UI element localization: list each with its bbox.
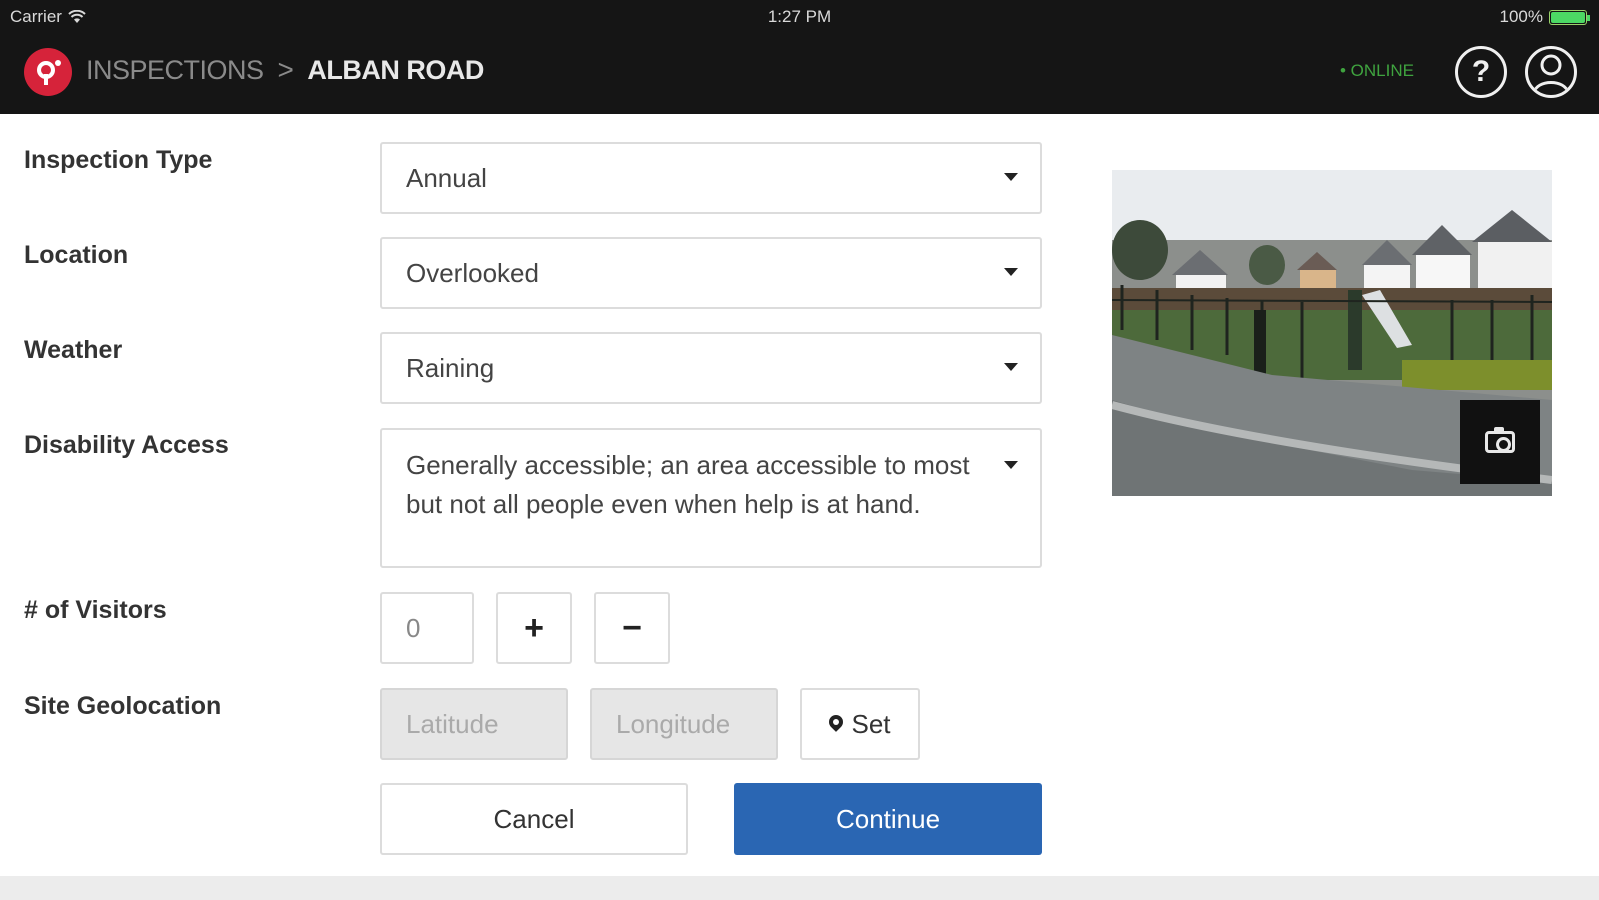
breadcrumb-inspections[interactable]: INSPECTIONS	[86, 55, 264, 86]
inspection-type-value: Annual	[406, 162, 487, 193]
brand-logo-icon[interactable]	[24, 48, 72, 96]
visitors-input[interactable]: 0	[380, 592, 474, 664]
user-silhouette	[1532, 54, 1570, 94]
minus-icon: −	[622, 608, 642, 647]
weather-value: Raining	[406, 352, 495, 383]
breadcrumb: INSPECTIONS > ALBAN ROAD	[86, 54, 484, 86]
caret-down-icon	[1004, 173, 1018, 181]
plus-icon: +	[524, 608, 544, 647]
set-location-label: Set	[851, 708, 891, 739]
camera-button[interactable]	[1460, 400, 1540, 484]
location-label: Location	[24, 241, 129, 269]
continue-button[interactable]: Continue	[734, 783, 1042, 855]
breadcrumb-current: ALBAN ROAD	[307, 54, 484, 85]
site-photo[interactable]	[1112, 170, 1552, 496]
latitude-input[interactable]: Latitude	[380, 688, 568, 760]
weather-select[interactable]: Raining	[380, 332, 1042, 404]
battery-indicator: 100%	[1499, 7, 1590, 27]
disability-access-label: Disability Access	[24, 431, 229, 459]
set-location-button[interactable]: Set	[800, 688, 920, 760]
clock: 1:27 PM	[767, 7, 832, 26]
caret-down-icon	[1004, 268, 1018, 276]
help-glyph: ?	[1471, 55, 1491, 88]
visitors-label: # of Visitors	[24, 596, 167, 624]
battery-icon	[1549, 9, 1590, 25]
map-pin-icon	[826, 712, 847, 732]
location-select[interactable]: Overlooked	[380, 237, 1042, 309]
disability-access-value: Generally accessible; an area accessible…	[406, 450, 970, 519]
increment-visitors-button[interactable]: +	[496, 592, 572, 664]
weather-label: Weather	[24, 336, 123, 364]
battery-percentage: 100%	[1499, 7, 1543, 26]
camera-icon	[1485, 427, 1515, 453]
status-bar: Carrier 1:27 PM 100%	[0, 0, 1599, 34]
cancel-button[interactable]: Cancel	[380, 783, 688, 855]
inspection-type-select[interactable]: Annual	[380, 142, 1042, 214]
caret-down-icon	[1004, 363, 1018, 371]
disability-access-select[interactable]: Generally accessible; an area accessible…	[380, 428, 1042, 568]
footer-strip	[0, 876, 1599, 900]
logo-mark	[37, 60, 61, 85]
app-header: INSPECTIONS > ALBAN ROAD • ONLINE ?	[0, 34, 1599, 114]
longitude-input[interactable]: Longitude	[590, 688, 778, 760]
inspection-type-label: Inspection Type	[24, 146, 213, 174]
geolocation-label: Site Geolocation	[24, 692, 222, 720]
breadcrumb-separator: >	[277, 54, 294, 85]
location-value: Overlooked	[406, 257, 539, 288]
help-icon[interactable]: ?	[1455, 46, 1507, 98]
caret-down-icon	[1004, 461, 1018, 469]
user-icon[interactable]	[1525, 46, 1577, 98]
connection-status: • ONLINE	[1340, 61, 1414, 80]
decrement-visitors-button[interactable]: −	[594, 592, 670, 664]
